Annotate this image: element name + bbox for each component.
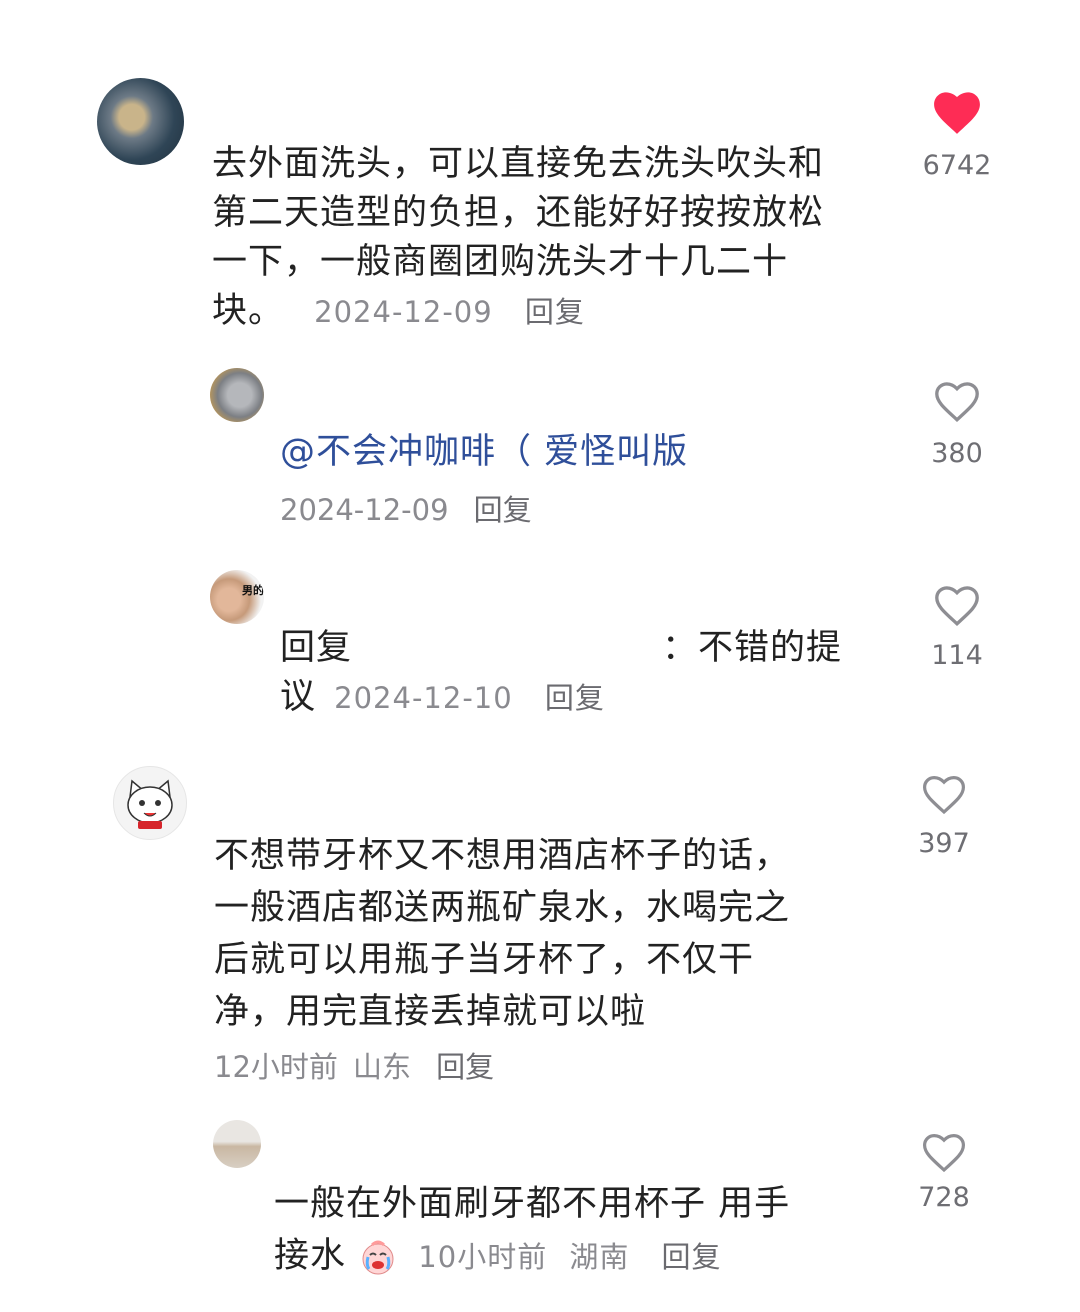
comment-text: ：不错的提 bbox=[662, 628, 843, 668]
comment-body: @不会冲咖啡（ 爱怪叫版 2024-12-09 回复 bbox=[280, 428, 880, 529]
heart-outline-icon bbox=[922, 775, 966, 815]
avatar[interactable]: 男的 bbox=[210, 570, 264, 624]
like-count: 6742 bbox=[922, 150, 992, 181]
reply-button[interactable]: 回复 bbox=[662, 1240, 722, 1274]
comment-body: 不想带牙杯又不想用酒店杯子的话， 一般酒店都送两瓶矿泉水，水喝完之 后就可以用瓶… bbox=[214, 830, 894, 1086]
reply-prefix: 回复 bbox=[280, 628, 353, 668]
like-count: 380 bbox=[931, 438, 983, 469]
heart-outline-icon bbox=[935, 586, 979, 627]
like-button[interactable] bbox=[920, 772, 968, 816]
avatar[interactable] bbox=[213, 1120, 261, 1168]
reply-button[interactable]: 回复 bbox=[545, 681, 605, 715]
heart-outline-icon bbox=[935, 382, 979, 423]
avatar[interactable] bbox=[210, 368, 264, 422]
like-button[interactable] bbox=[932, 582, 982, 628]
heart-filled-icon bbox=[934, 92, 980, 134]
comment-location: 湖南 bbox=[569, 1240, 630, 1274]
comment-text-end: 块。 bbox=[212, 291, 285, 331]
reply-button[interactable]: 回复 bbox=[474, 493, 532, 527]
like-count: 728 bbox=[918, 1182, 970, 1213]
comment-date: 2024-12-10 bbox=[334, 681, 513, 715]
comment-text-line: 回复 ：不错的提 bbox=[280, 624, 880, 673]
heart-outline-icon bbox=[922, 1133, 966, 1173]
reply-button[interactable]: 回复 bbox=[436, 1050, 494, 1084]
crying-emoji-icon bbox=[358, 1237, 398, 1277]
comment-text-line: 第二天造型的负担，还能好好按按放松 bbox=[212, 193, 825, 233]
comment-text-end: 接水 bbox=[274, 1236, 347, 1276]
mention-link[interactable]: @不会冲咖啡（ 爱怪叫版 bbox=[280, 428, 880, 477]
avatar-label: 男的 bbox=[242, 584, 264, 597]
like-count: 397 bbox=[918, 828, 970, 859]
comment-body: 去外面洗头，可以直接免去洗头吹头和 第二天造型的负担，还能好好按按放松 一下，一… bbox=[212, 140, 872, 337]
avatar[interactable] bbox=[113, 766, 187, 840]
comment-text-line: 不想带牙杯又不想用酒店杯子的话， bbox=[214, 836, 791, 876]
comment-date: 2024-12-09 bbox=[280, 493, 449, 527]
comment-body: 一般在外面刷牙都不用杯子 用手 接水 10小时前 湖南 回复 bbox=[274, 1178, 894, 1283]
comment-text-end: 议 bbox=[280, 677, 317, 717]
like-count: 114 bbox=[931, 640, 983, 671]
cat-avatar-icon bbox=[127, 779, 173, 829]
like-button[interactable] bbox=[920, 1130, 968, 1174]
comment-text-line: 一般酒店都送两瓶矿泉水，水喝完之 bbox=[214, 888, 791, 928]
comment-text-line: 净，用完直接丢掉就可以啦 bbox=[214, 992, 647, 1032]
comment-text-line: 后就可以用瓶子当牙杯了，不仅干 bbox=[214, 940, 755, 980]
comment-date: 2024-12-09 bbox=[314, 295, 493, 329]
comment-text-line: 一般在外面刷牙都不用杯子 用手 bbox=[274, 1184, 791, 1224]
comment-text-last-line: 接水 10小时前 湖南 回复 bbox=[274, 1230, 894, 1283]
reply-button[interactable]: 回复 bbox=[525, 295, 585, 329]
comment-time: 10小时前 bbox=[418, 1240, 548, 1274]
comment-text-line: 去外面洗头，可以直接免去洗头吹头和 bbox=[212, 144, 825, 184]
comment-text-last-line: 块。 2024-12-09 回复 bbox=[212, 287, 872, 337]
comment-location: 山东 bbox=[353, 1050, 412, 1084]
comment-body: 回复 ：不错的提 议 2024-12-10 回复 bbox=[280, 624, 880, 723]
like-button[interactable] bbox=[932, 378, 982, 424]
comment-text-line: 一下，一般商圈团购洗头才十几二十 bbox=[212, 242, 789, 282]
comment-time: 12小时前 bbox=[214, 1050, 338, 1084]
avatar[interactable] bbox=[97, 78, 184, 165]
comment-text-last-line: 议 2024-12-10 回复 bbox=[280, 673, 880, 723]
like-button[interactable] bbox=[930, 88, 984, 136]
